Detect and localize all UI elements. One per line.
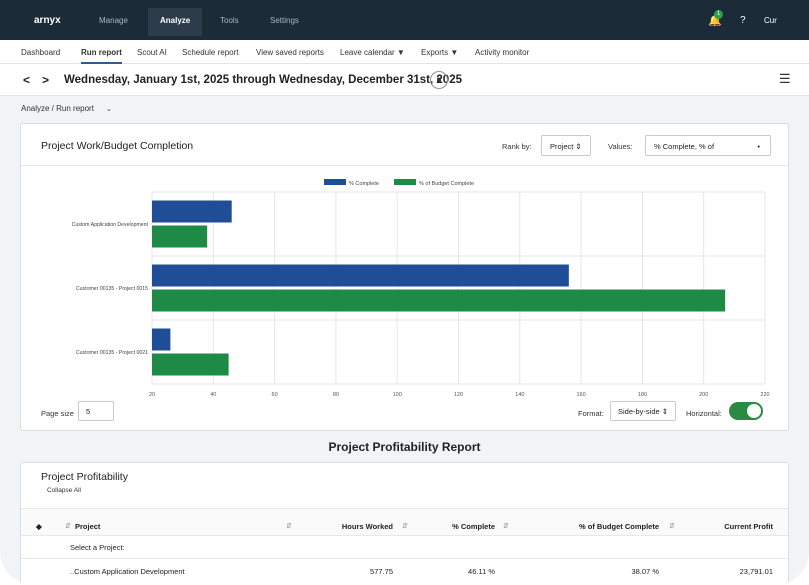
bar-budget-complete (152, 225, 208, 248)
col-current-profit[interactable]: Current Profit (701, 522, 773, 531)
next-period-button[interactable]: > (42, 73, 49, 87)
subnav-leave-calendar[interactable]: Leave calendar ▼ (340, 48, 405, 57)
user-menu[interactable]: Cur (764, 16, 777, 25)
subnav-activity-monitor[interactable]: Activity monitor (475, 48, 529, 57)
x-tick-label: 80 (333, 392, 339, 398)
horizontal-label: Horizontal: (686, 409, 722, 418)
nav-manage[interactable]: Manage (99, 16, 128, 25)
x-tick-label: 200 (699, 392, 708, 398)
bar-budget-complete (152, 353, 229, 376)
notification-badge: 1 (714, 10, 723, 19)
chevron-down-icon[interactable]: ⌄ (106, 106, 112, 113)
bar-chart: 20 40 60 80 100 120 140 160 180 200 220 Custom Appl… (72, 179, 770, 398)
sub-navigation: Dashboard Run report Scout AI Schedule r… (0, 40, 809, 64)
col-hours-worked[interactable]: Hours Worked (321, 522, 393, 531)
legend-swatch (394, 179, 416, 185)
nav-tools[interactable]: Tools (220, 16, 239, 25)
help-icon[interactable]: ? (740, 15, 746, 26)
x-tick-label: 60 (272, 392, 278, 398)
cell-budget: 38.07 % (631, 567, 659, 576)
chart-card: Project Work/Budget Completion Rank by: … (20, 123, 789, 431)
expand-column-icon[interactable]: ◆ (36, 522, 42, 531)
x-tick-label: 100 (393, 392, 402, 398)
x-tick-label: 20 (149, 392, 155, 398)
toggle-knob (747, 404, 761, 418)
x-tick-label: 220 (760, 392, 769, 398)
breadcrumb-text: Analyze / Run report (21, 104, 94, 113)
collapse-all-link[interactable]: Collapse All (47, 487, 81, 494)
table-row[interactable]: ..Custom Application Development 577.75 … (21, 558, 788, 578)
cell-complete: 46.11 % (468, 567, 495, 576)
col-percent-complete[interactable]: % Complete (431, 522, 495, 531)
date-range-bar: < > Wednesday, January 1st, 2025 through… (0, 64, 809, 96)
app-window: arnyx Manage Analyze Tools Settings 🔔 1 ?… (0, 0, 809, 585)
prev-period-button[interactable]: < (23, 73, 30, 87)
profitability-card: Project Profitability Collapse All ◆ ⇵ P… (20, 462, 789, 585)
hamburger-menu-icon[interactable]: ☰ (779, 71, 791, 87)
date-range-title: Wednesday, January 1st, 2025 through Wed… (64, 74, 462, 86)
bar-percent-complete (152, 264, 569, 287)
breadcrumb[interactable]: Analyze / Run report ⌄ (21, 104, 112, 113)
x-tick-label: 160 (577, 392, 586, 398)
nav-analyze[interactable]: Analyze (148, 8, 203, 36)
bar-percent-complete (152, 328, 171, 351)
category-label: Custom Application Development (72, 222, 149, 228)
legend-label: % Complete (349, 181, 379, 187)
legend-label: % of Budget Complete (419, 181, 474, 187)
col-project[interactable]: Project (75, 522, 100, 531)
top-navigation: arnyx Manage Analyze Tools Settings 🔔 1 ?… (0, 0, 809, 40)
col-budget-complete[interactable]: % of Budget Complete (551, 522, 659, 531)
bar-percent-complete (152, 200, 232, 223)
sort-icon[interactable]: ⇵ (503, 522, 509, 530)
format-select[interactable]: Side-by-side ⇕ (610, 401, 677, 421)
subnav-dashboard[interactable]: Dashboard (21, 48, 60, 57)
sort-icon[interactable]: ⇵ (402, 522, 408, 530)
subnav-scout-ai[interactable]: Scout AI (137, 48, 167, 57)
format-label: Format: (578, 409, 604, 418)
sort-icon[interactable]: ⇵ (65, 522, 71, 530)
subnav-view-saved-reports[interactable]: View saved reports (256, 48, 324, 57)
cell-hours: 577.75 (370, 567, 393, 576)
subnav-run-report[interactable]: Run report (81, 48, 122, 64)
bell-icon[interactable]: 🔔 1 (708, 10, 723, 27)
x-tick-label: 120 (454, 392, 463, 398)
section-title: Project Profitability Report (328, 440, 481, 454)
cell-project[interactable]: ..Custom Application Development (70, 567, 185, 576)
legend-swatch (324, 179, 346, 185)
x-tick-label: 180 (638, 392, 647, 398)
sort-icon[interactable]: ⇵ (286, 522, 292, 530)
page-size-input[interactable]: 5 (78, 401, 114, 421)
subnav-exports[interactable]: Exports ▼ (421, 48, 458, 57)
brand-logo[interactable]: arnyx (34, 15, 61, 26)
subnav-schedule-report[interactable]: Schedule report (182, 48, 238, 57)
cell-profit: 23,791.01 (739, 567, 773, 576)
nav-settings[interactable]: Settings (270, 16, 299, 25)
bar-budget-complete (152, 289, 726, 312)
calendar-icon[interactable]: ■ (430, 71, 448, 89)
page-size-label: Page size (41, 409, 74, 418)
category-label: Customer 00135 - Project 0015 (76, 286, 148, 292)
sort-icon[interactable]: ⇵ (669, 522, 675, 530)
table-header: ◆ ⇵ Project ⇵ Hours Worked ⇵ % Complete … (21, 508, 788, 536)
profitability-card-title: Project Profitability (41, 471, 128, 483)
category-label: Customer 00135 - Project 0021 (76, 350, 148, 356)
x-tick-label: 140 (515, 392, 524, 398)
x-tick-label: 40 (210, 392, 216, 398)
select-project-label[interactable]: Select a Project: (70, 543, 125, 552)
horizontal-toggle[interactable] (729, 402, 763, 420)
